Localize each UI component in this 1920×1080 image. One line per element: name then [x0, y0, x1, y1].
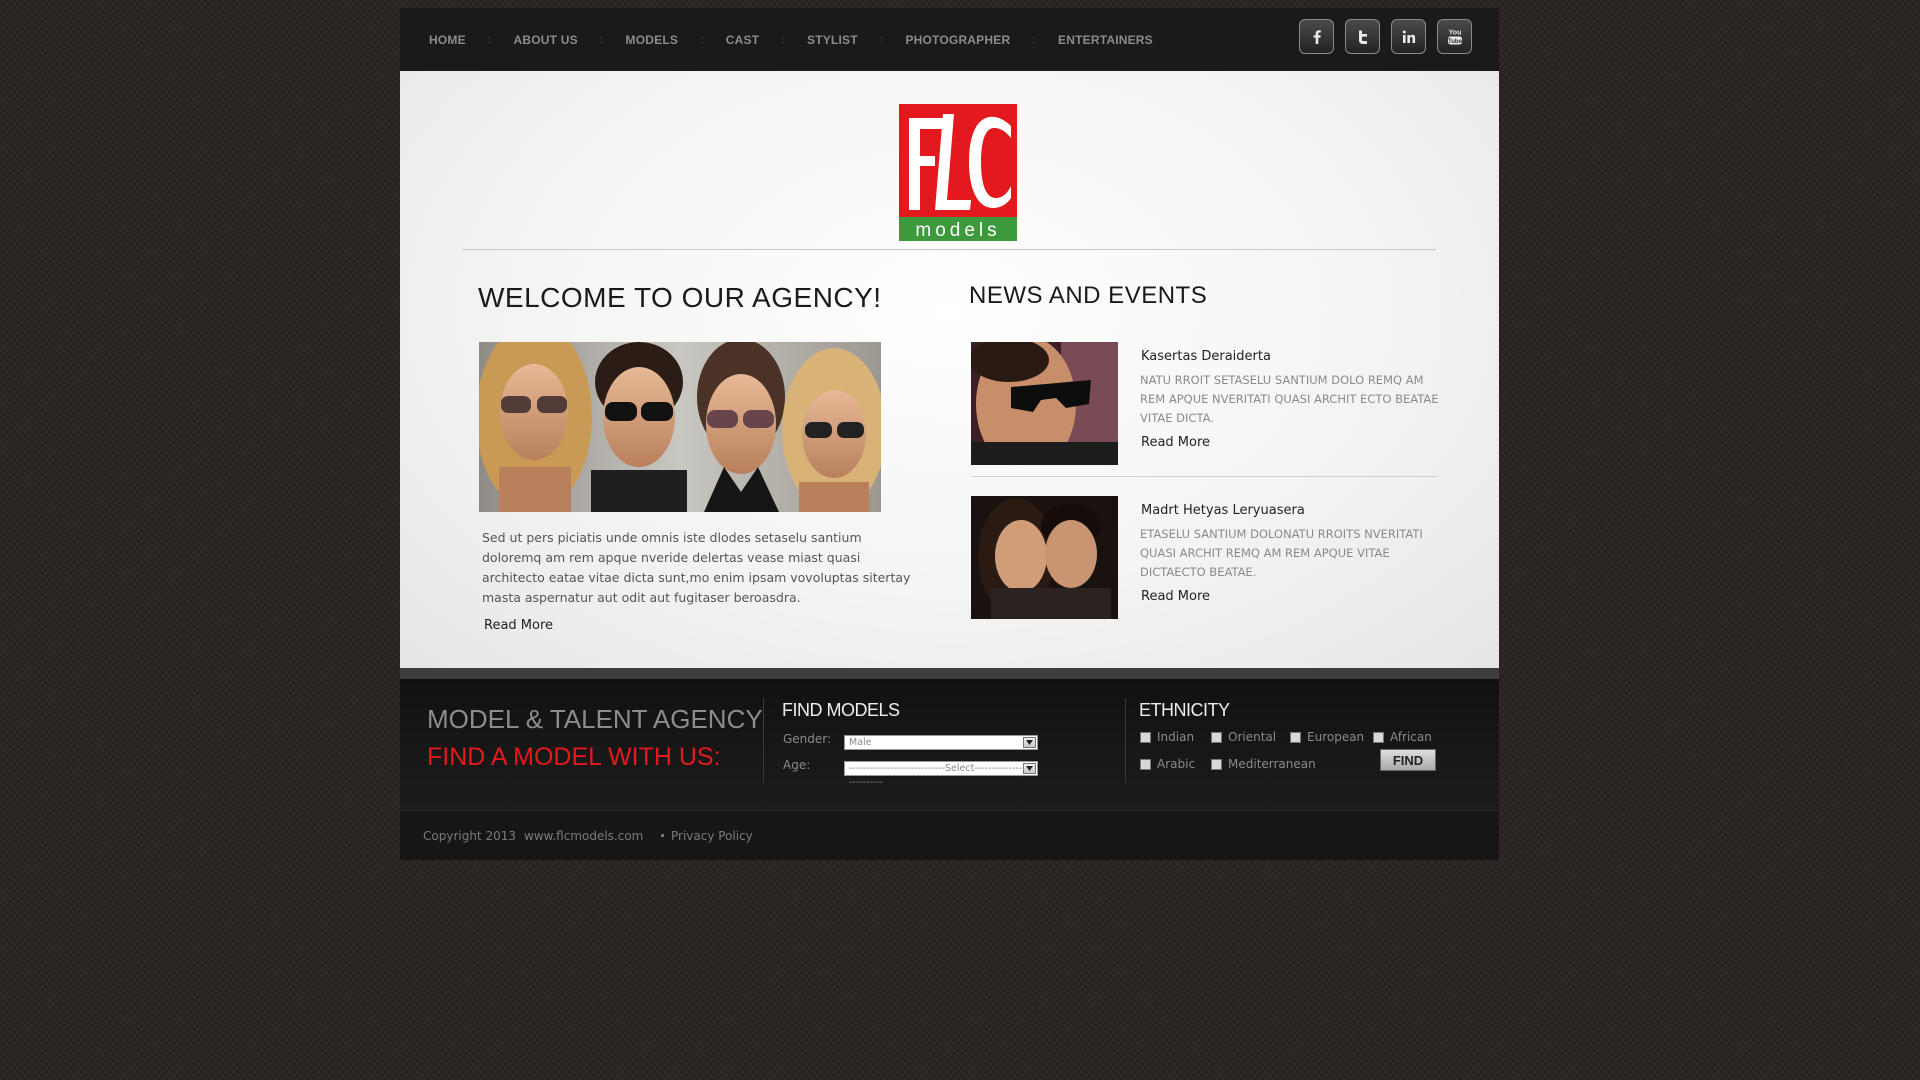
logo-wordmark: models: [915, 220, 1000, 241]
flc-models-logo[interactable]: models: [899, 104, 1017, 241]
checkbox-label: Oriental: [1228, 730, 1277, 744]
nav-separator: :: [879, 33, 884, 46]
ethnicity-option-african[interactable]: African: [1373, 730, 1432, 744]
gender-select-value: Male: [849, 737, 872, 748]
nav-separator: :: [1032, 33, 1037, 46]
linkedin-button[interactable]: [1391, 19, 1426, 54]
news-read-more-link[interactable]: Read More: [1141, 435, 1210, 450]
age-select[interactable]: ----------------------------Select------…: [844, 761, 1038, 788]
top-bar: HOME : ABOUT US : MODELS : CAST : STYLIS…: [400, 8, 1499, 71]
footer-stripe: [400, 668, 1499, 679]
checkbox[interactable]: [1140, 758, 1151, 770]
copyright-bar: Copyright 2013 www.flcmodels.com Privacy …: [400, 810, 1499, 860]
main-content: models WELCOME TO OUR AGENCY! NEWS AND E…: [400, 71, 1499, 668]
main-nav: HOME : ABOUT US : MODELS : CAST : STYLIS…: [400, 8, 1153, 71]
youtube-icon: You Tube: [1447, 29, 1463, 45]
news-heading[interactable]: Kasertas Deraiderta: [1141, 349, 1271, 364]
nav-separator: :: [599, 33, 604, 46]
gender-label: Gender:: [783, 732, 832, 746]
news-thumbnail[interactable]: [971, 496, 1118, 619]
checkbox[interactable]: [1140, 731, 1151, 743]
checkbox[interactable]: [1373, 731, 1384, 743]
nav-separator: :: [700, 33, 704, 46]
nav-separator: :: [487, 33, 492, 46]
find-models-title: FIND MODELS: [782, 700, 900, 720]
nav-cast[interactable]: CAST: [726, 33, 759, 47]
news-read-more-link[interactable]: Read More: [1141, 589, 1210, 604]
page-container: HOME : ABOUT US : MODELS : CAST : STYLIS…: [400, 8, 1499, 860]
nav-stylist[interactable]: STYLIST: [807, 33, 858, 47]
twitter-icon: [1358, 30, 1367, 44]
svg-text:You: You: [1448, 29, 1461, 36]
checkbox-label: Mediterranean: [1228, 757, 1316, 771]
facebook-icon: [1313, 29, 1321, 44]
agency-tagline: MODEL & TALENT AGENCY: [427, 704, 763, 734]
copyright-text: Copyright 2013 www.flcmodels.com: [423, 829, 643, 843]
dropdown-arrow-icon[interactable]: [1023, 737, 1036, 748]
news-body: NATU RROIT SETASELU SANTIUM DOLO REMQ AM…: [1140, 373, 1439, 425]
copyright-year: Copyright 2013: [423, 829, 516, 843]
news-thumbnail[interactable]: [969, 336, 1118, 472]
privacy-policy-link[interactable]: Privacy Policy: [671, 829, 753, 843]
footer-divider: [1125, 698, 1126, 783]
footer-divider: [763, 698, 764, 783]
age-label: Age:: [783, 758, 811, 772]
dropdown-arrow-icon[interactable]: [1023, 763, 1036, 774]
header-divider: [462, 249, 1436, 250]
checkbox-label: Arabic: [1157, 757, 1196, 771]
age-select-value: ----------------------------Select------…: [849, 763, 1036, 788]
linkedin-icon: [1402, 30, 1415, 43]
nav-home[interactable]: HOME: [429, 33, 466, 47]
news-divider: [971, 476, 1437, 477]
ethnicity-option-oriental[interactable]: Oriental: [1211, 730, 1276, 744]
social-links: You Tube: [1299, 19, 1472, 54]
ethnicity-option-mediterranean[interactable]: Mediterranean: [1211, 757, 1316, 771]
ethnicity-title: ETHNICITY: [1139, 700, 1230, 720]
nav-separator: :: [781, 33, 785, 46]
checkbox-label: European: [1307, 730, 1365, 744]
agency-models-photo: [476, 322, 886, 512]
svg-text:Tube: Tube: [1448, 39, 1463, 45]
youtube-button[interactable]: You Tube: [1437, 19, 1472, 54]
ethnicity-option-indian[interactable]: Indian: [1140, 730, 1194, 744]
news-item: Madrt Hetyas Leryuasera ETASELU SANTIUM …: [971, 496, 1437, 621]
nav-entertainers[interactable]: ENTERTAINERS: [1058, 33, 1153, 47]
news-title: NEWS AND EVENTS: [969, 282, 1208, 309]
news-body: ETASELU SANTIUM DOLONATU RROITS NVERITAT…: [1140, 527, 1423, 579]
gender-select[interactable]: Male: [844, 735, 1038, 750]
checkbox[interactable]: [1290, 731, 1301, 743]
checkbox-label: Indian: [1157, 730, 1195, 744]
bullet-icon: [661, 834, 664, 837]
checkbox[interactable]: [1211, 758, 1222, 770]
welcome-text: Sed ut pers piciatis unde omnis iste dlo…: [482, 530, 911, 605]
twitter-button[interactable]: [1345, 19, 1380, 54]
nav-about-us[interactable]: ABOUT US: [514, 33, 578, 47]
ethnicity-option-european[interactable]: European: [1290, 730, 1364, 744]
welcome-read-more-link[interactable]: Read More: [484, 618, 553, 633]
nav-photographer[interactable]: PHOTOGRAPHER: [905, 33, 1010, 47]
news-heading[interactable]: Madrt Hetyas Leryuasera: [1141, 503, 1305, 518]
news-item: Kasertas Deraiderta NATU RROIT SETASELU …: [969, 336, 1439, 472]
nav-models[interactable]: MODELS: [626, 33, 679, 47]
find-model-tagline: FIND A MODEL WITH US:: [427, 743, 721, 771]
site-link[interactable]: www.flcmodels.com: [524, 829, 643, 843]
facebook-button[interactable]: [1299, 19, 1334, 54]
checkbox[interactable]: [1211, 731, 1222, 743]
ethnicity-option-arabic[interactable]: Arabic: [1140, 757, 1195, 771]
footer-search-panel: MODEL & TALENT AGENCY FIND A MODEL WITH …: [400, 679, 1499, 810]
welcome-title: WELCOME TO OUR AGENCY!: [478, 282, 882, 313]
checkbox-label: African: [1390, 730, 1432, 744]
find-button[interactable]: FIND: [1380, 749, 1436, 771]
